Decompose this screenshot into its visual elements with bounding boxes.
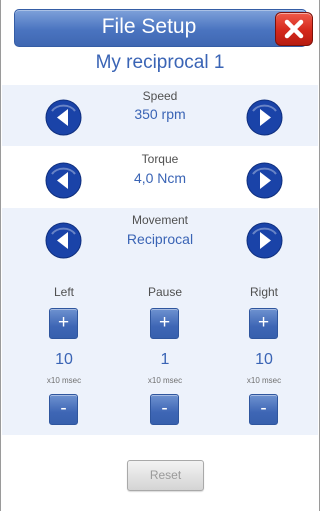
arrow-left-icon xyxy=(45,222,82,259)
torque-increase-button[interactable] xyxy=(246,162,283,199)
left-label: Left xyxy=(53,285,74,299)
pause-value: 1 xyxy=(160,351,170,368)
pause-unit: x10 msec xyxy=(147,376,183,385)
right-value: 10 xyxy=(255,351,273,368)
close-button[interactable] xyxy=(275,12,313,46)
speed-decrease-button[interactable] xyxy=(45,99,82,136)
left-value: 10 xyxy=(55,351,73,368)
arrow-right-icon xyxy=(246,99,283,136)
left-increase-button[interactable]: + xyxy=(49,308,78,339)
pause-increase-button[interactable]: + xyxy=(150,308,179,339)
close-icon xyxy=(284,19,304,39)
right-decrease-button[interactable]: - xyxy=(249,394,278,425)
left-decrease-button[interactable]: - xyxy=(49,394,78,425)
movement-next-button[interactable] xyxy=(246,222,283,259)
file-name: My reciprocal 1 xyxy=(95,52,225,73)
torque-decrease-button[interactable] xyxy=(45,162,82,199)
pause-decrease-button[interactable]: - xyxy=(150,394,179,425)
arrow-left-icon xyxy=(45,162,82,199)
right-increase-button[interactable]: + xyxy=(249,308,278,339)
arrow-right-icon xyxy=(246,162,283,199)
movement-previous-button[interactable] xyxy=(45,222,82,259)
page-title: File Setup xyxy=(101,15,197,38)
left-unit: x10 msec xyxy=(46,376,82,385)
arrow-right-icon xyxy=(246,222,283,259)
speed-increase-button[interactable] xyxy=(246,99,283,136)
right-label: Right xyxy=(249,285,278,299)
right-unit: x10 msec xyxy=(246,376,282,385)
reset-button[interactable]: Reset xyxy=(127,460,204,491)
pause-label: Pause xyxy=(147,285,183,299)
arrow-left-icon xyxy=(45,99,82,136)
